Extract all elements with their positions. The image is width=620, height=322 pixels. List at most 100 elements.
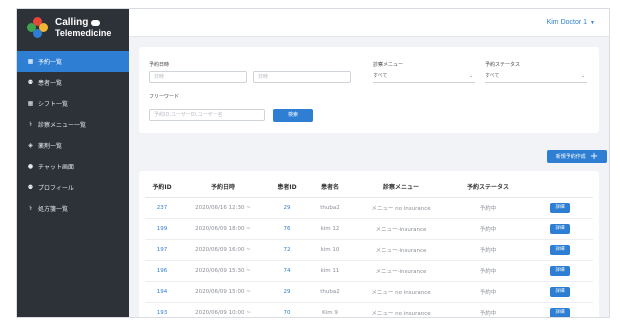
sidebar-item-label: 処方箋一覧 <box>38 206 69 213</box>
status-select[interactable]: すべて ⌄ <box>485 71 587 83</box>
cell-patient-id[interactable]: 29 <box>267 281 307 303</box>
cell-id[interactable]: 237 <box>145 197 179 219</box>
sidebar-item-4[interactable]: ◈ 薬剤一覧 <box>17 135 129 156</box>
column-header: 診察メニュー <box>353 177 449 198</box>
cell-patient-name: kim 12 <box>307 218 353 240</box>
detail-button[interactable]: 詳細 <box>550 286 570 297</box>
sidebar-item-3[interactable]: ⚕ 診察メニュー一覧 <box>17 114 129 135</box>
search-button[interactable]: 検索 <box>273 109 313 122</box>
cell-action: 詳細 <box>527 302 593 317</box>
cell-patient-name: kim 10 <box>307 239 353 261</box>
sidebar-item-7[interactable]: ⚕ 処方箋一覧 <box>17 198 129 219</box>
cell-menu: メニュー no insurance <box>353 281 449 303</box>
sidebar-item-6[interactable]: ⚉ プロフィール <box>17 177 129 198</box>
shift-calendar-icon: ▦ <box>27 100 34 107</box>
detail-button[interactable]: 詳細 <box>550 202 570 213</box>
date-to-input[interactable]: 日時 <box>253 71 351 83</box>
prescription-icon: ⚕ <box>28 205 33 212</box>
app-window: Calling Telemedicine ▦ 予約一覧 ⚉ 患者一覧 ▦ シフト一覧 ⚕ 診察… <box>16 8 610 318</box>
sidebar-item-label: シフト一覧 <box>38 101 69 108</box>
cell-action: 詳細 <box>527 239 593 261</box>
cell-action: 詳細 <box>527 218 593 240</box>
chat-bubble-icon <box>91 20 101 26</box>
sidebar-item-label: 診察メニュー一覧 <box>38 122 87 129</box>
column-header: 予約日時 <box>179 177 267 198</box>
user-menu[interactable]: Kim Doctor 1 ▼ <box>547 19 595 26</box>
sidebar-item-label: 薬剤一覧 <box>38 143 63 150</box>
sidebar-item-label: プロフィール <box>38 185 74 192</box>
cell-patient-id[interactable]: 29 <box>267 197 307 219</box>
detail-button[interactable]: 詳細 <box>550 223 570 234</box>
new-reservation-button[interactable]: 新規予約作成 + <box>547 150 607 163</box>
cell-menu: メニュー no insurance <box>353 197 449 219</box>
table-row: 237 2020/06/16 12:30 ~29 thuba2 メニュー no ins… <box>145 197 593 219</box>
cell-menu: メニュー-insurance <box>353 239 449 261</box>
cell-patient-name: thuba2 <box>307 281 353 303</box>
sidebar-item-2[interactable]: ▦ シフト一覧 <box>17 93 129 114</box>
cell-status: 予約中 <box>449 260 527 282</box>
column-header: 患者ID <box>267 177 307 198</box>
sidebar-nav: ▦ 予約一覧 ⚉ 患者一覧 ▦ シフト一覧 ⚕ 診察メニュー一覧 ◈ 薬剤一覧 ● チャット画面 ⚉ プロ… <box>17 51 129 219</box>
column-header: 予約ステータス <box>449 177 527 198</box>
table-header-row: 予約ID 予約日時 患者ID 患者名 診察メニュー 予約ステータス <box>145 177 593 198</box>
person-icon: ⚉ <box>27 79 34 86</box>
date-from-input[interactable]: 日時 <box>149 71 247 83</box>
cell-id[interactable]: 196 <box>145 260 179 282</box>
sidebar-item-label: 予約一覧 <box>38 59 63 66</box>
sidebar-item-5[interactable]: ● チャット画面 <box>17 156 129 177</box>
detail-button[interactable]: 詳細 <box>550 307 570 317</box>
table-row: 194 2020/06/09 15:00 ~29 thuba2 メニュー no ins… <box>145 281 593 303</box>
table-row: 199 2020/06/09 18:00 ~76 kim 12 メニュー-insura… <box>145 218 593 240</box>
column-header: 予約ID <box>145 177 179 198</box>
chevron-down-icon: ⌄ <box>468 73 473 79</box>
cell-datetime: 2020/06/09 10:00 ~ <box>179 302 267 317</box>
cell-patient-id[interactable]: 72 <box>267 239 307 261</box>
cell-datetime: 2020/06/09 16:00 ~ <box>179 239 267 261</box>
reservation-table-card: 予約ID 予約日時 患者ID 患者名 診察メニュー 予約ステータス 237 2020/06/… <box>139 171 599 317</box>
cell-id[interactable]: 193 <box>145 302 179 317</box>
cell-datetime: 2020/06/09 15:00 ~ <box>179 281 267 303</box>
table-row: 197 2020/06/09 16:00 ~72 kim 10 メニュー-insura… <box>145 239 593 261</box>
user-name: Kim Doctor 1 <box>546 19 588 26</box>
plus-icon: + <box>589 150 599 162</box>
calendar-icon: ▦ <box>27 58 34 65</box>
brand[interactable]: Calling Telemedicine <box>17 9 129 47</box>
cell-status: 予約中 <box>449 239 527 261</box>
detail-button[interactable]: 詳細 <box>550 244 570 255</box>
new-reservation-label: 新規予約作成 <box>555 154 586 160</box>
table-row: 196 2020/06/09 15:30 ~74 kim 11 メニュー-insura… <box>145 260 593 282</box>
cell-id[interactable]: 194 <box>145 281 179 303</box>
stethoscope-icon: ⚕ <box>28 121 33 128</box>
chat-icon: ● <box>27 163 34 170</box>
detail-button[interactable]: 詳細 <box>550 265 570 276</box>
cell-status: 予約中 <box>449 302 527 317</box>
search-panel: 予約日時 日時 日時 診察メニュー すべて ⌄ 予約ステータス すべて ⌄ フリーワ… <box>139 47 599 133</box>
freeword-label: フリーワード <box>149 94 180 100</box>
cell-id[interactable]: 197 <box>145 239 179 261</box>
sidebar: Calling Telemedicine ▦ 予約一覧 ⚉ 患者一覧 ▦ シフト一覧 ⚕ 診察… <box>17 9 129 317</box>
cell-menu: メニュー-insurance <box>353 218 449 240</box>
cell-action: 詳細 <box>527 197 593 219</box>
sidebar-item-label: 患者一覧 <box>38 80 63 87</box>
table-row: 193 2020/06/09 10:00 ~70 Kim 9 メニュー no insu… <box>145 302 593 317</box>
caret-down-icon: ▼ <box>590 20 595 26</box>
cell-patient-name: thuba2 <box>307 197 353 219</box>
menu-select[interactable]: すべて ⌄ <box>373 71 475 83</box>
cell-menu: メニュー-insurance <box>353 260 449 282</box>
cell-patient-id[interactable]: 76 <box>267 218 307 240</box>
status-select-value: すべて <box>485 73 500 79</box>
brand-name: Calling <box>55 17 89 28</box>
reservation-table: 予約ID 予約日時 患者ID 患者名 診察メニュー 予約ステータス 237 2020/06/… <box>145 177 593 317</box>
cell-status: 予約中 <box>449 197 527 219</box>
cell-status: 予約中 <box>449 281 527 303</box>
sidebar-item-1[interactable]: ⚉ 患者一覧 <box>17 72 129 93</box>
cell-patient-id[interactable]: 74 <box>267 260 307 282</box>
cell-action: 詳細 <box>527 281 593 303</box>
brand-subtitle: Telemedicine <box>55 28 112 38</box>
freeword-input[interactable]: 予約ID,ユーザーID,ユーザー名 <box>149 109 265 121</box>
cell-patient-id[interactable]: 70 <box>267 302 307 317</box>
main-area: Kim Doctor 1 ▼ 予約日時 日時 日時 診察メニュー すべて ⌄ 予約ス… <box>129 9 609 317</box>
sidebar-item-label: チャット画面 <box>38 164 74 171</box>
cell-id[interactable]: 199 <box>145 218 179 240</box>
sidebar-item-0[interactable]: ▦ 予約一覧 <box>17 51 129 72</box>
